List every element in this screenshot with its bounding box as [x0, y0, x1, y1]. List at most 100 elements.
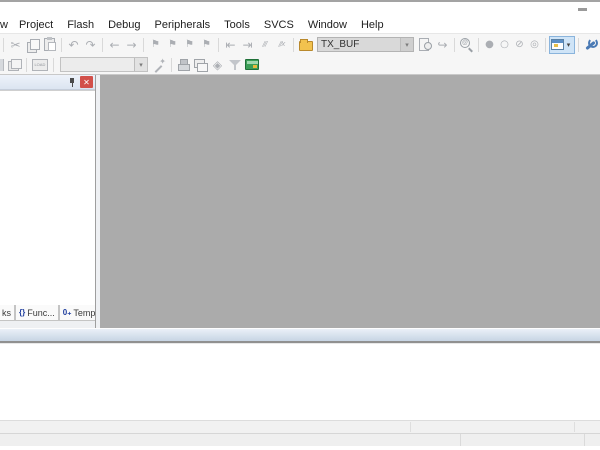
- unindent-button[interactable]: ⇤: [222, 36, 239, 54]
- tab-templates[interactable]: 0₊ Temp...: [58, 305, 95, 321]
- at-magnifier-icon: @: [460, 38, 473, 51]
- manage-rte-button[interactable]: ◈: [209, 56, 226, 74]
- indent-button[interactable]: ⇥: [239, 36, 256, 54]
- bookmark-icon: ⚑: [202, 38, 211, 50]
- folder-icon: [298, 39, 313, 51]
- window-cascade-button[interactable]: [192, 56, 209, 74]
- scrollbar-divider: [410, 422, 411, 432]
- tab-functions-label: Func...: [27, 307, 55, 318]
- download-button[interactable]: LOAD: [30, 56, 50, 74]
- close-icon[interactable]: ✕: [80, 76, 93, 88]
- toggle-breakpoint-button[interactable]: ●: [482, 36, 497, 54]
- tab-templates-icon: 0₊: [62, 308, 72, 317]
- menu-item-svcs[interactable]: SVCS: [257, 17, 301, 33]
- arrow-right-icon: →: [126, 37, 137, 52]
- options-for-target-button[interactable]: ✦: [151, 56, 168, 74]
- symbol-search-button[interactable]: @: [458, 36, 475, 54]
- breakpoint-disabled-icon: ⊘: [515, 38, 524, 50]
- tab-functions[interactable]: {} Func...: [15, 305, 59, 321]
- curved-arrow-icon: ↪: [437, 37, 448, 52]
- toggle-bookmark-button[interactable]: ⚑: [147, 36, 164, 54]
- copy-button[interactable]: [24, 36, 41, 54]
- toolbar-separator: [545, 37, 546, 52]
- window-layout-button[interactable]: ▾: [549, 35, 575, 54]
- toolbar-separator: [578, 37, 579, 52]
- menu-item-clipped[interactable]: w: [0, 17, 12, 33]
- undo-icon: ↶: [68, 37, 79, 52]
- output-scrollbar[interactable]: [0, 420, 600, 433]
- chevron-down-icon[interactable]: ▾: [400, 38, 413, 51]
- clear-bookmarks-button[interactable]: ⚑: [198, 36, 215, 54]
- cut-button[interactable]: ✂: [7, 36, 24, 54]
- disable-all-breakpoints-button[interactable]: ⊘: [512, 36, 527, 54]
- tab-books[interactable]: ks: [0, 305, 15, 321]
- toolbar-separator: [454, 37, 455, 52]
- wrench-icon: [584, 37, 598, 52]
- diamond-icon: ◈: [212, 57, 223, 72]
- manage-project-items-button[interactable]: [175, 56, 192, 74]
- minimize-icon[interactable]: [578, 8, 587, 11]
- chevron-down-icon[interactable]: ▾: [564, 41, 573, 49]
- navigate-forward-button[interactable]: →: [123, 36, 140, 54]
- tab-templates-label: Temp...: [73, 307, 95, 318]
- navigate-back-button[interactable]: ←: [106, 36, 123, 54]
- grab-hand-button[interactable]: ↪: [434, 36, 451, 54]
- scrollbar-divider: [574, 422, 575, 432]
- arrow-left-icon: ←: [109, 37, 120, 52]
- project-panel-titlebar[interactable]: ✕: [0, 75, 95, 90]
- menu-item-debug[interactable]: Debug: [101, 17, 147, 33]
- menu-item-tools[interactable]: Tools: [217, 17, 257, 33]
- undo-button[interactable]: ↶: [65, 36, 82, 54]
- enable-breakpoint-button[interactable]: ○: [497, 36, 512, 54]
- configuration-button[interactable]: [582, 36, 599, 54]
- select-software-packs-button[interactable]: [226, 56, 243, 74]
- cascade-windows-icon: [194, 59, 208, 72]
- outdent-icon: ⇤: [225, 37, 236, 52]
- redo-button[interactable]: ↷: [82, 36, 99, 54]
- comment-button[interactable]: ///: [256, 36, 273, 54]
- workspace-tabs: ks {} Func... 0₊ Temp...: [0, 305, 95, 321]
- menu-item-project[interactable]: Project: [12, 17, 60, 33]
- next-bookmark-button[interactable]: ⚑: [181, 36, 198, 54]
- find-in-files-button[interactable]: [297, 36, 314, 54]
- uncomment-icon: //x: [278, 40, 286, 48]
- toolbar-separator: [478, 37, 479, 52]
- paste-button[interactable]: [41, 36, 58, 54]
- target-combobox: ▾: [60, 57, 148, 72]
- toolbar-separator: [102, 37, 103, 52]
- bookmark-icon: ⚑: [185, 38, 194, 50]
- pack-installer-icon: [244, 59, 259, 70]
- menu-item-window[interactable]: Window: [301, 17, 354, 33]
- window-layout-icon: [551, 39, 564, 50]
- menu-item-peripherals[interactable]: Peripherals: [148, 17, 218, 33]
- menu-item-flash[interactable]: Flash: [60, 17, 101, 33]
- pack-installer-button[interactable]: [243, 56, 260, 74]
- tab-functions-icon: {}: [19, 308, 26, 317]
- kill-all-breakpoints-button[interactable]: ◎: [527, 36, 542, 54]
- cut-icon: ✂: [10, 37, 21, 52]
- build-output-area: [0, 344, 600, 420]
- status-section-message: [0, 434, 461, 446]
- project-panel: ✕ ks {} Func... 0₊ Temp...: [0, 75, 96, 328]
- output-panel-titlebar[interactable]: [0, 328, 600, 343]
- previous-bookmark-button[interactable]: ⚑: [164, 36, 181, 54]
- batch-build-button[interactable]: [6, 56, 23, 74]
- chevron-down-icon[interactable]: ▾: [134, 58, 147, 71]
- mdi-background: [100, 75, 600, 328]
- clipped-toolbar-button[interactable]: [0, 58, 4, 71]
- title-strip: [0, 0, 600, 17]
- dock-area: ✕ ks {} Func... 0₊ Temp...: [0, 75, 600, 328]
- toolbar-separator: [143, 37, 144, 52]
- comment-icon: ///: [262, 40, 267, 48]
- search-document-button[interactable]: [417, 36, 434, 54]
- symbol-input[interactable]: [318, 38, 400, 51]
- menu-item-help[interactable]: Help: [354, 17, 391, 33]
- dock-filler: [0, 321, 95, 328]
- status-bar: [0, 433, 600, 446]
- tab-books-label: ks: [2, 307, 11, 318]
- uncomment-button[interactable]: //x: [273, 36, 290, 54]
- target-input[interactable]: [61, 58, 134, 71]
- pin-icon[interactable]: [68, 77, 76, 87]
- toolbar-separator: [218, 37, 219, 52]
- copy-icon: [26, 38, 40, 53]
